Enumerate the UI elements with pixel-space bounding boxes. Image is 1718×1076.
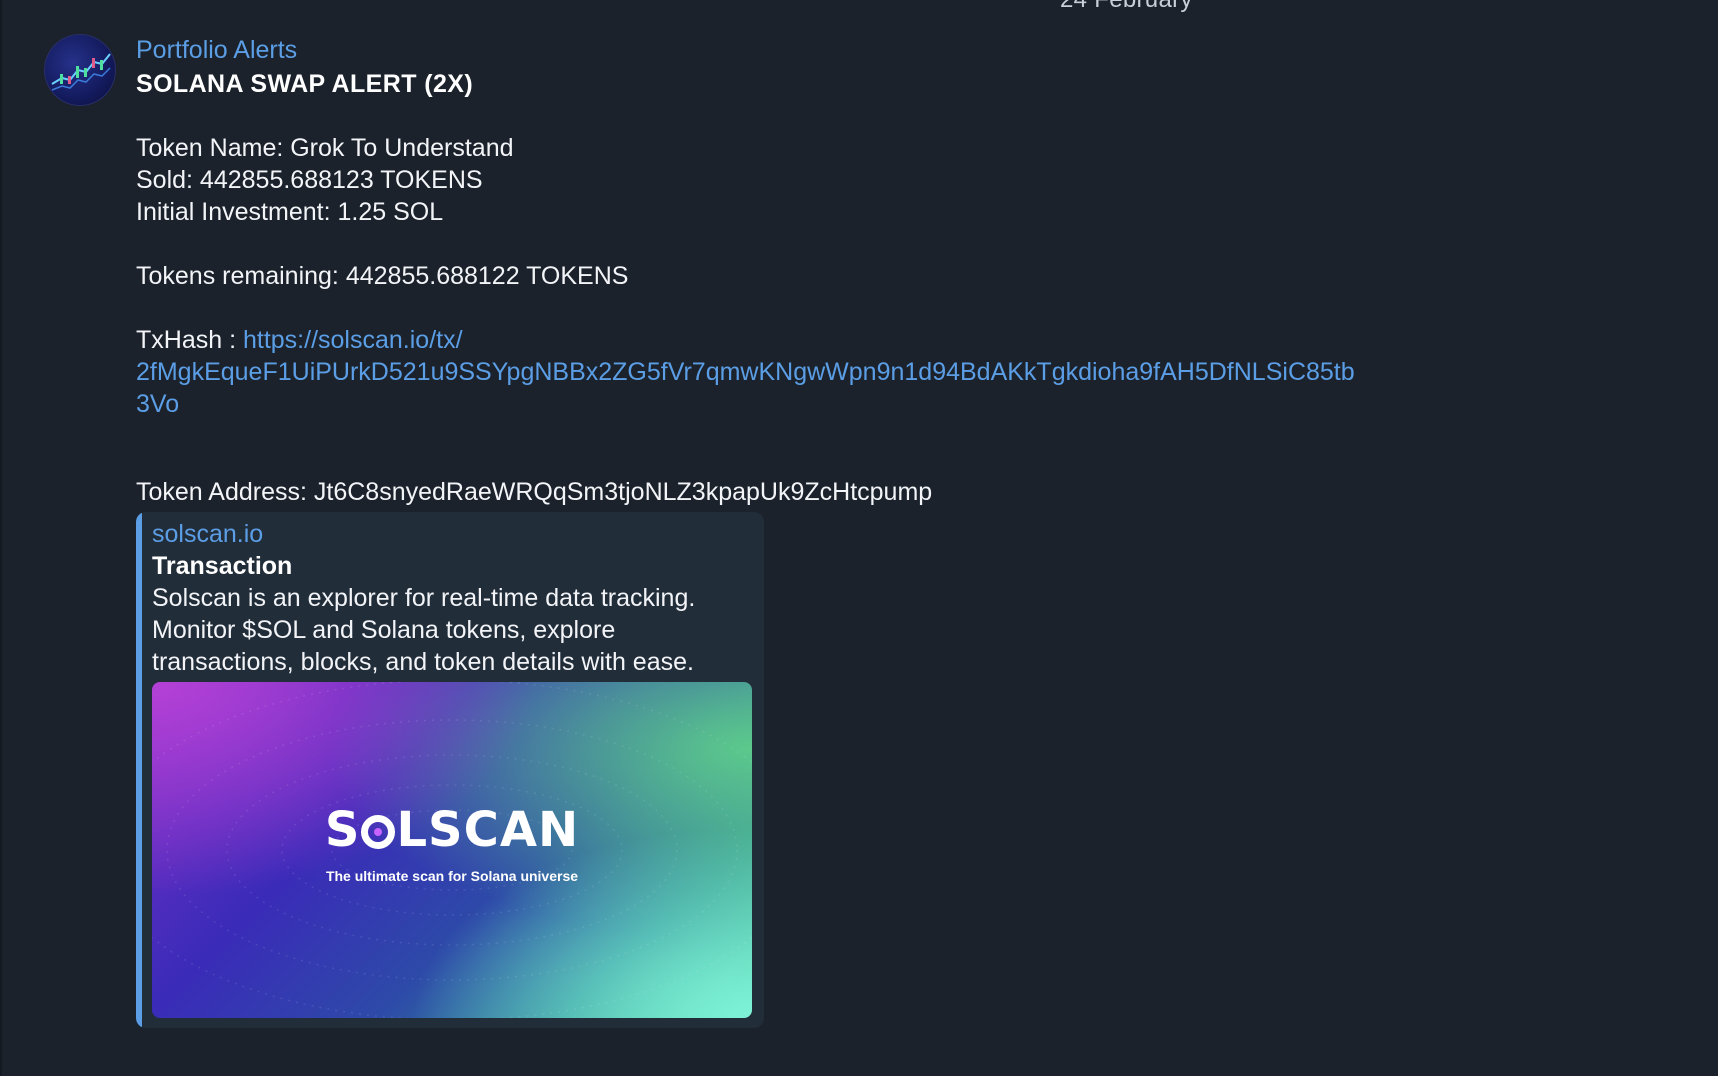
sold-line: Sold: 442855.688123 TOKENS xyxy=(136,166,483,194)
txhash-link-continued[interactable]: 2fMgkEqueF1UiPUrkD521u9SSYpgNBBx2ZG5fVr7… xyxy=(136,356,1436,388)
txhash-link-end[interactable]: 3Vo xyxy=(136,388,1436,420)
txhash-link[interactable]: https://solscan.io/tx/ xyxy=(243,326,463,354)
left-rail xyxy=(0,0,2,1076)
chat-view: 24 February Portfolio Alerts SOLANA SWAP… xyxy=(0,0,1718,1076)
solscan-logo: S LSCAN xyxy=(324,802,580,858)
token-name-line: Token Name: Grok To Understand xyxy=(136,134,514,162)
preview-description-line: transactions, blocks, and token details … xyxy=(152,648,694,676)
preview-description-line: Solscan is an explorer for real-time dat… xyxy=(152,584,696,612)
avatar[interactable] xyxy=(44,34,116,106)
message-bubble: Portfolio Alerts SOLANA SWAP ALERT (2X) … xyxy=(136,34,1436,1028)
txhash-label: TxHash : xyxy=(136,326,243,354)
txhash-line: TxHash : https://solscan.io/tx/ xyxy=(136,324,1436,356)
alert-headline: SOLANA SWAP ALERT (2X) xyxy=(136,70,474,98)
preview-site-name[interactable]: solscan.io xyxy=(152,518,756,550)
token-address-line: Token Address: Jt6C8snyedRaeWRQqSm3tjoNL… xyxy=(136,478,933,506)
tokens-remaining-line: Tokens remaining: 442855.688122 TOKENS xyxy=(136,262,629,290)
solscan-tagline: The ultimate scan for Solana universe xyxy=(325,868,579,884)
preview-accent-bar xyxy=(136,512,142,1028)
preview-description-line: Monitor $SOL and Solana tokens, explore xyxy=(152,616,616,644)
initial-investment-line: Initial Investment: 1.25 SOL xyxy=(136,198,444,226)
sender-name[interactable]: Portfolio Alerts xyxy=(136,34,1436,66)
preview-title: Transaction xyxy=(152,552,293,580)
chart-avatar-icon xyxy=(51,53,111,91)
date-header: 24 February xyxy=(1060,0,1193,14)
preview-image[interactable]: S LSCAN The ultimate scan for Solana univ… xyxy=(152,682,752,1018)
link-preview-card[interactable]: solscan.io Transaction Solscan is an exp… xyxy=(136,512,764,1028)
